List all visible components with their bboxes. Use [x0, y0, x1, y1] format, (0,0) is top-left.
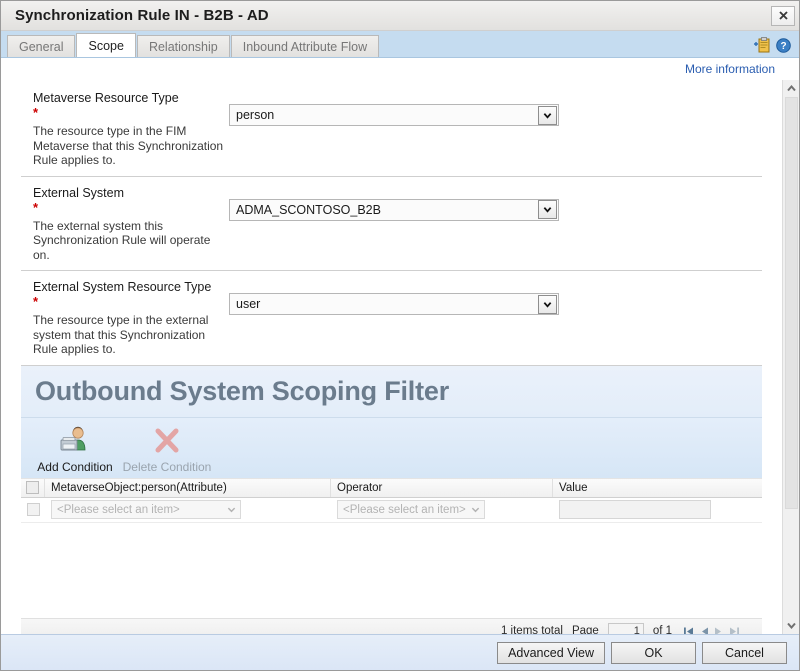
tab-scope[interactable]: Scope [76, 33, 135, 57]
tab-relationship[interactable]: Relationship [137, 35, 230, 57]
field-title: External System [33, 185, 229, 201]
cancel-button[interactable]: Cancel [702, 642, 787, 664]
grid-header-row: MetaverseObject:person(Attribute) Operat… [21, 478, 762, 498]
value-input[interactable] [559, 500, 711, 519]
more-information-link[interactable]: More information [685, 62, 775, 76]
ok-button[interactable]: OK [611, 642, 696, 664]
attribute-placeholder: <Please select an item> [57, 504, 180, 516]
chevron-down-icon [471, 505, 480, 514]
first-page-icon[interactable] [683, 626, 695, 635]
title-bar: Synchronization Rule IN - B2B - AD [1, 1, 799, 31]
column-header-value[interactable]: Value [553, 479, 762, 497]
scrollbar-thumb[interactable] [785, 97, 798, 509]
page-number-input[interactable]: 1 [608, 623, 644, 635]
chevron-down-icon[interactable] [538, 200, 557, 219]
required-marker: * [33, 107, 229, 120]
items-total-label: 1 items total [501, 625, 563, 634]
field-title: External System Resource Type [33, 279, 229, 295]
field-metaverse-resource-type: Metaverse Resource Type * The resource t… [21, 80, 762, 177]
row-attribute-cell: <Please select an item> [45, 500, 331, 519]
metaverse-resource-type-select[interactable]: person [229, 104, 559, 126]
field-control-column: person [229, 90, 762, 126]
field-label-column: External System Resource Type * The reso… [21, 279, 229, 357]
scroll-host: Metaverse Resource Type * The resource t… [1, 80, 799, 634]
pager-nav-group [683, 626, 740, 635]
vertical-scrollbar[interactable] [782, 80, 799, 634]
required-marker: * [33, 296, 229, 309]
operator-select[interactable]: <Please select an item> [337, 500, 485, 519]
scoping-filter-title: Outbound System Scoping Filter [35, 376, 449, 407]
tab-strip-tools: ? [754, 37, 799, 57]
advanced-view-button[interactable]: Advanced View [497, 642, 605, 664]
scroll-content: Metaverse Resource Type * The resource t… [1, 80, 782, 634]
page-of-label: of 1 [653, 625, 672, 634]
select-all-header-cell [21, 479, 45, 497]
row-select-cell [21, 503, 45, 516]
tab-strip: General Scope Relationship Inbound Attri… [1, 31, 799, 58]
svg-text:?: ? [780, 41, 786, 52]
chevron-down-icon [787, 622, 796, 629]
row-checkbox[interactable] [27, 503, 40, 516]
grid-pager: 1 items total Page 1 of 1 [21, 618, 762, 635]
delete-condition-label: Delete Condition [123, 460, 212, 474]
tab-inbound-attribute-flow[interactable]: Inbound Attribute Flow [231, 35, 379, 57]
field-label-column: External System * The external system th… [21, 185, 229, 263]
dialog-body: More information Metaverse Resource Type… [1, 58, 799, 634]
row-operator-cell: <Please select an item> [331, 500, 553, 519]
table-row: <Please select an item> <Please select a… [21, 498, 762, 523]
chevron-down-icon[interactable] [538, 106, 557, 125]
scroll-down-button[interactable] [783, 617, 799, 634]
conditions-grid: MetaverseObject:person(Attribute) Operat… [21, 478, 762, 523]
scrollbar-track[interactable] [783, 97, 799, 617]
dialog-window: Synchronization Rule IN - B2B - AD Gener… [0, 0, 800, 671]
scroll-up-button[interactable] [783, 80, 799, 97]
field-external-system-resource-type: External System Resource Type * The reso… [21, 271, 762, 366]
page-label: Page [572, 625, 599, 634]
chevron-up-icon [787, 85, 796, 92]
add-user-icon [58, 424, 92, 458]
window-title: Synchronization Rule IN - B2B - AD [15, 7, 269, 24]
field-description: The external system this Synchronization… [33, 219, 229, 263]
prev-page-icon[interactable] [700, 626, 709, 635]
add-condition-button[interactable]: Add Condition [29, 422, 121, 474]
attribute-select[interactable]: <Please select an item> [51, 500, 241, 519]
next-page-icon[interactable] [714, 626, 723, 635]
scoping-filter-banner: Outbound System Scoping Filter [21, 366, 762, 418]
select-value: user [230, 297, 538, 311]
field-title: Metaverse Resource Type [33, 90, 229, 106]
scoping-filter-toolbar: Add Condition Delete Condition [21, 418, 762, 478]
field-description: The resource type in the FIM Metaverse t… [33, 124, 229, 168]
tab-general[interactable]: General [7, 35, 75, 57]
chevron-down-icon [227, 505, 236, 514]
external-system-select[interactable]: ADMA_SCONTOSO_B2B [229, 199, 559, 221]
add-condition-label: Add Condition [37, 460, 112, 474]
close-button[interactable] [771, 6, 795, 26]
chevron-down-icon[interactable] [538, 295, 557, 314]
select-value: ADMA_SCONTOSO_B2B [230, 203, 538, 217]
help-icon[interactable]: ? [776, 38, 791, 53]
more-information-row: More information [1, 58, 799, 80]
dialog-footer: Advanced View OK Cancel [1, 634, 799, 670]
field-label-column: Metaverse Resource Type * The resource t… [21, 90, 229, 168]
field-control-column: ADMA_SCONTOSO_B2B [229, 185, 762, 221]
grid-empty-area [21, 523, 762, 618]
required-marker: * [33, 202, 229, 215]
close-icon [778, 10, 789, 21]
row-value-cell [553, 500, 762, 519]
column-header-operator[interactable]: Operator [331, 479, 553, 497]
operator-placeholder: <Please select an item> [343, 504, 466, 516]
select-value: person [230, 108, 538, 122]
field-description: The resource type in the external system… [33, 313, 229, 357]
field-control-column: user [229, 279, 762, 315]
last-page-icon[interactable] [728, 626, 740, 635]
select-all-checkbox[interactable] [26, 481, 39, 494]
external-system-resource-type-select[interactable]: user [229, 293, 559, 315]
column-header-attribute[interactable]: MetaverseObject:person(Attribute) [45, 479, 331, 497]
delete-x-icon [151, 424, 183, 458]
field-external-system: External System * The external system th… [21, 177, 762, 272]
delete-condition-button[interactable]: Delete Condition [121, 422, 213, 474]
clipboard-add-icon[interactable] [754, 37, 771, 54]
